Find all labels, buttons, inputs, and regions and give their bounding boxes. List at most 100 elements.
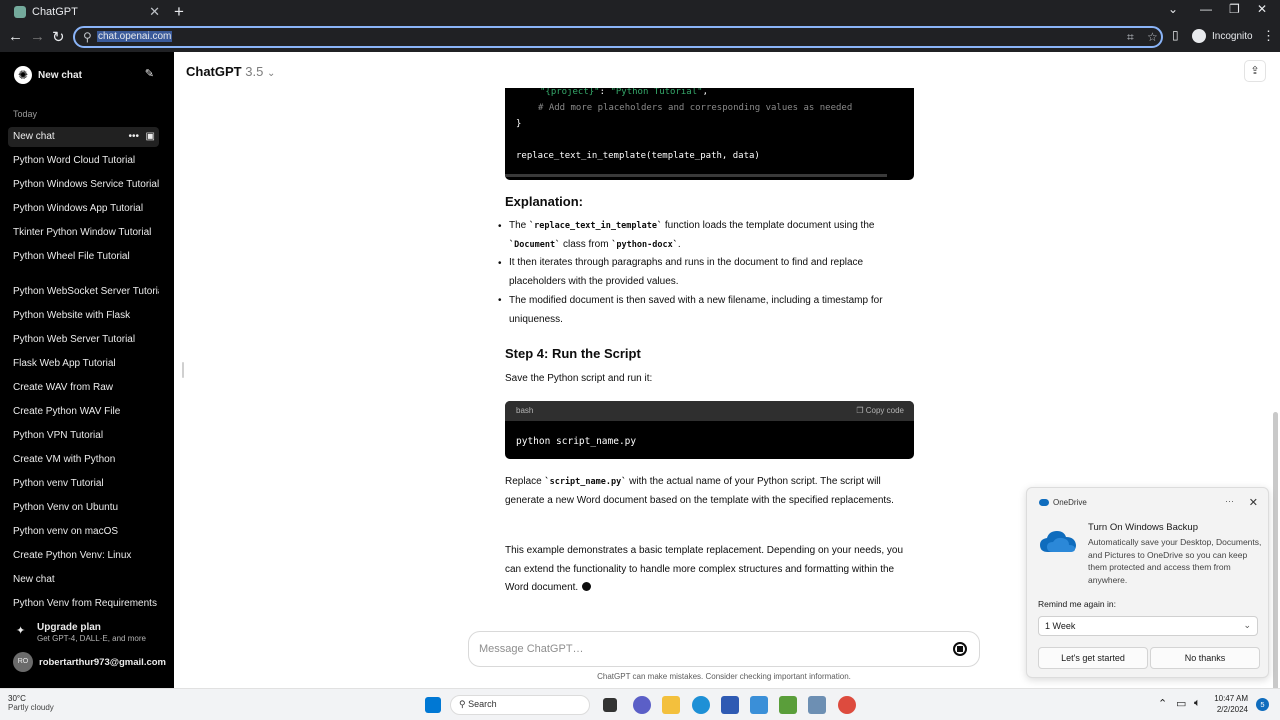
- network-icon[interactable]: ▭: [1176, 697, 1186, 710]
- toast-title: Turn On Windows Backup: [1088, 522, 1198, 533]
- sidebar-item[interactable]: Flask Web App Tutorial: [13, 354, 159, 374]
- message-input[interactable]: [479, 640, 919, 658]
- incognito-indicator[interactable]: Incognito: [1192, 29, 1253, 43]
- sidebar-item[interactable]: Python Website with Flask: [13, 306, 159, 326]
- no-thanks-button[interactable]: No thanks: [1150, 647, 1260, 669]
- upgrade-title: Upgrade plan: [37, 622, 101, 633]
- app-icon[interactable]: [808, 696, 826, 714]
- store-icon[interactable]: [721, 696, 739, 714]
- app-icon[interactable]: [779, 696, 797, 714]
- tab-search-icon[interactable]: ⌄: [1168, 2, 1178, 16]
- file-explorer-icon[interactable]: [662, 696, 680, 714]
- back-button[interactable]: ←: [8, 28, 23, 45]
- sidebar-item[interactable]: Python VPN Tutorial: [13, 426, 159, 446]
- model-name: ChatGPT: [186, 64, 242, 79]
- avatar: RO: [13, 652, 33, 672]
- reload-button[interactable]: ↻: [52, 28, 65, 46]
- toast-app-name: OneDrive: [1053, 498, 1087, 507]
- bullet-item: It then iterates through paragraphs and …: [509, 257, 864, 287]
- bookmark-star-icon[interactable]: ☆: [1147, 30, 1158, 44]
- model-selector[interactable]: ChatGPT 3.5 ⌄: [186, 64, 275, 79]
- code-punct: :: [599, 88, 611, 97]
- system-clock[interactable]: 10:47 AM 2/2/2024: [1214, 693, 1248, 715]
- remind-select[interactable]: 1 Week ⌄: [1038, 616, 1258, 636]
- sidebar-item-active[interactable]: New chat ••• ▣: [8, 127, 159, 147]
- code-horizontal-scrollbar[interactable]: [505, 174, 887, 177]
- chatgpt-favicon-icon: [14, 6, 26, 18]
- text-run: .: [677, 238, 681, 250]
- minimize-button[interactable]: —: [1200, 2, 1212, 16]
- archive-icon[interactable]: ▣: [146, 127, 155, 147]
- lets-get-started-button[interactable]: Let's get started: [1038, 647, 1148, 669]
- incognito-icon: [1192, 29, 1206, 43]
- volume-icon[interactable]: 🔈︎: [1194, 697, 1201, 710]
- sidebar-item[interactable]: Tkinter Python Window Tutorial: [13, 223, 159, 243]
- forward-button[interactable]: →: [30, 28, 45, 45]
- sidebar-item[interactable]: Python Windows Service Tutorial: [13, 175, 159, 195]
- account-email: robertarthur973@gmail.com: [39, 656, 166, 668]
- sidebar-toggle-handle[interactable]: [182, 362, 184, 378]
- notification-badge[interactable]: 5: [1256, 698, 1269, 711]
- sidebar-item[interactable]: Python Web Server Tutorial: [13, 330, 159, 350]
- sidebar-item[interactable]: Python Word Cloud Tutorial: [13, 151, 159, 171]
- url-text[interactable]: chat.openai.com: [97, 31, 173, 42]
- teams-chat-icon[interactable]: [633, 696, 651, 714]
- restore-button[interactable]: ❐: [1229, 2, 1240, 16]
- more-options-icon[interactable]: •••: [128, 127, 139, 147]
- stop-generating-button[interactable]: [953, 642, 967, 656]
- scrollbar[interactable]: [1273, 412, 1278, 702]
- sidebar-item[interactable]: Python Venv on Ubuntu: [13, 498, 159, 518]
- windows-start-icon[interactable]: [425, 697, 441, 713]
- sidebar-item[interactable]: Python venv on macOS: [13, 522, 159, 542]
- task-view-icon[interactable]: [603, 698, 617, 712]
- copy-code-button[interactable]: ❐ Copy code: [856, 406, 904, 415]
- browser-tab[interactable]: ChatGPT ✕: [8, 2, 166, 22]
- text-run: This example demonstrates a basic templa…: [505, 545, 904, 593]
- side-panel-icon[interactable]: ▯: [1172, 28, 1179, 42]
- browser-menu-icon[interactable]: ⋮: [1262, 28, 1275, 44]
- sidebar-item[interactable]: Create WAV from Raw: [13, 378, 159, 398]
- sidebar-item[interactable]: Create VM with Python: [13, 450, 159, 470]
- weather-widget[interactable]: 30°C Partly cloudy: [8, 694, 54, 712]
- toast-app-header: OneDrive: [1039, 498, 1087, 507]
- sidebar-item[interactable]: Create Python Venv: Linux: [13, 546, 159, 566]
- sidebar-item[interactable]: Python WebSocket Server Tutorial: [13, 282, 159, 302]
- code-header: [505, 401, 914, 421]
- chevron-down-icon: ⌄: [1243, 620, 1251, 630]
- close-window-button[interactable]: ✕: [1257, 2, 1267, 16]
- sidebar-item[interactable]: New chat: [13, 570, 159, 590]
- address-bar[interactable]: ⚲ chat.openai.com ⌗ ☆: [73, 26, 1163, 48]
- message-composer[interactable]: [468, 631, 980, 667]
- share-button[interactable]: ⇪: [1244, 60, 1266, 82]
- vscode-icon[interactable]: [750, 696, 768, 714]
- toast-more-icon[interactable]: ···: [1225, 496, 1234, 506]
- new-chat-button[interactable]: ✺ New chat ✎: [6, 64, 162, 86]
- copy-code-label: Copy code: [865, 406, 904, 415]
- text-run: class from: [560, 238, 612, 250]
- clock-date: 2/2/2024: [1216, 705, 1248, 714]
- compose-icon[interactable]: ✎: [145, 67, 154, 80]
- sidebar-item[interactable]: Python venv Tutorial: [13, 474, 159, 494]
- sidebar-item[interactable]: Python Windows App Tutorial: [13, 199, 159, 219]
- tab-close-icon[interactable]: ✕: [149, 4, 160, 20]
- edge-icon[interactable]: [692, 696, 710, 714]
- upgrade-subtitle: Get GPT-4, DALL·E, and more: [37, 634, 146, 643]
- sidebar-item[interactable]: Python Wheel File Tutorial: [13, 247, 159, 267]
- toast-close-icon[interactable]: ✕: [1249, 496, 1258, 509]
- new-tab-button[interactable]: +: [174, 2, 188, 22]
- site-info-icon[interactable]: ⚲: [83, 30, 92, 44]
- chrome-icon[interactable]: [838, 696, 856, 714]
- browser-chrome: ChatGPT ✕ + ⌄ — ❐ ✕ ← → ↻ ⚲ chat.openai.…: [0, 0, 1280, 52]
- step4-heading: Step 4: Run the Script: [505, 346, 641, 361]
- search-icon: ⚲: [459, 699, 466, 709]
- sidebar-item[interactable]: Create Python WAV File: [13, 402, 159, 422]
- sidebar-item[interactable]: Python Venv from Requirements: [13, 594, 159, 614]
- tray-overflow-icon[interactable]: ⌃: [1158, 697, 1167, 710]
- taskbar-search[interactable]: ⚲ Search: [450, 695, 590, 715]
- code-block: "{project}": "Python Tutorial", # Add mo…: [505, 88, 914, 180]
- disclaimer: ChatGPT can make mistakes. Consider chec…: [597, 672, 851, 681]
- code-command: python script_name.py: [516, 436, 637, 447]
- text-run: The: [509, 220, 530, 231]
- no-tracking-icon[interactable]: ⌗: [1127, 30, 1134, 45]
- account-menu[interactable]: RO robertarthur973@gmail.com: [13, 652, 173, 672]
